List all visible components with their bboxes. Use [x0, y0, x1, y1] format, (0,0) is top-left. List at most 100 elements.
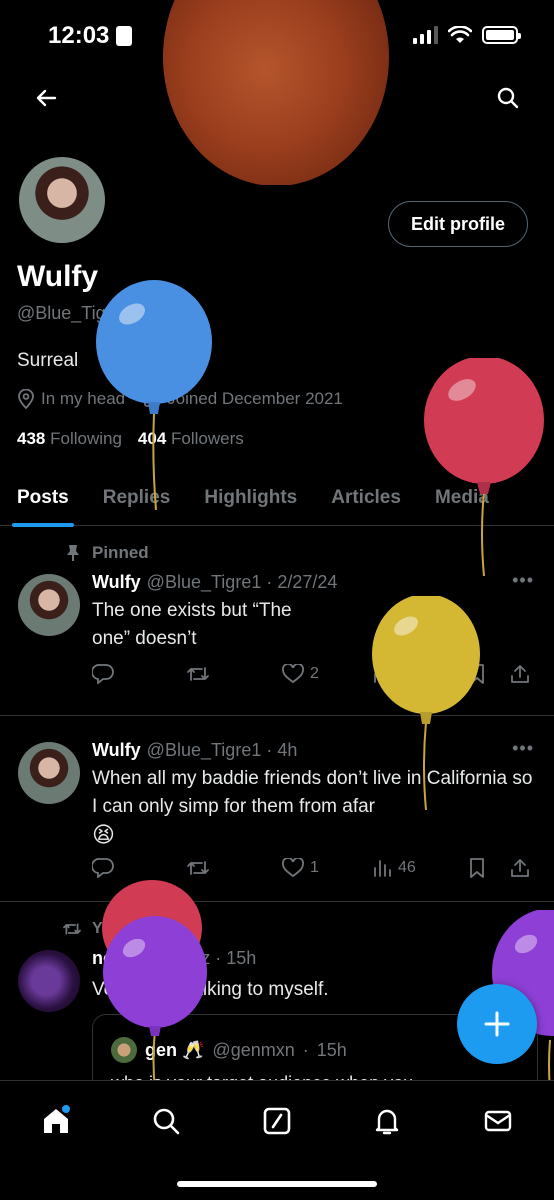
share-icon [511, 665, 529, 683]
bookmark-button[interactable] [468, 858, 510, 878]
heart-icon [282, 664, 304, 684]
bookmark-icon [470, 858, 484, 878]
post-actions: 2 444 [92, 664, 534, 684]
back-button[interactable] [26, 78, 66, 118]
home-indicator[interactable] [177, 1181, 377, 1187]
views-bar-icon [374, 860, 391, 877]
post-header: Wulfy @Blue_Tigre1 · 4h [92, 740, 298, 760]
quote-header: gen 🥂 @genmxn · 15h [111, 1037, 347, 1063]
more-options-icon[interactable]: ••• [512, 738, 534, 759]
following-link[interactable]: 438 Following [17, 429, 122, 449]
followers-link[interactable]: 404 Followers [138, 429, 244, 449]
profile-display-name: Wulfy [17, 260, 99, 293]
post-author-handle: @Blue_Tigre1 [146, 740, 262, 760]
post-body: When all my baddie friends don’t live in… [92, 768, 533, 817]
share-button[interactable] [510, 858, 530, 878]
post-author-handle: @vxsjmz [137, 948, 211, 968]
profile-meta: In my head Joined December 2021 [17, 389, 343, 409]
compose-post-button[interactable] [457, 984, 537, 1064]
post-header: nora @vxsjmz · 15h [92, 948, 257, 968]
status-icons [413, 26, 521, 44]
top-nav [0, 78, 554, 118]
signal-icon [413, 26, 438, 44]
grok-icon [263, 1107, 291, 1135]
following-label: Following [50, 429, 122, 448]
reply-button[interactable] [92, 664, 186, 684]
location-pin-icon [18, 389, 34, 409]
profile-location: In my head [17, 389, 125, 409]
more-options-icon[interactable]: ••• [512, 570, 534, 591]
profile-bio: Surreal [17, 350, 79, 371]
bookmark-icon [470, 664, 484, 684]
post-text: The one exists but “The one” doesn’t [92, 600, 292, 649]
post-actions: 1 46 [92, 858, 534, 878]
post-text: When all my baddie friends don’t live in… [92, 765, 538, 849]
quote-time: 15h [316, 1039, 347, 1060]
post-item[interactable]: Wulfy @Blue_Tigre1 · 2/27/24 ••• The one … [0, 530, 554, 716]
like-button[interactable]: 2 [282, 664, 372, 684]
reply-icon [92, 858, 114, 878]
tab-media[interactable]: Media [418, 470, 506, 526]
status-time: 12:03 [48, 22, 110, 49]
profile-joined: Joined December 2021 [143, 389, 343, 409]
tab-replies[interactable]: Replies [86, 470, 188, 526]
quote-avatar [111, 1037, 137, 1063]
quote-author-handle: @genmxn [212, 1039, 295, 1060]
followers-count: 404 [137, 429, 167, 448]
edit-profile-button[interactable]: Edit profile [388, 201, 528, 247]
battery-icon [482, 26, 521, 44]
repost-button[interactable] [186, 858, 282, 878]
nav-home[interactable] [36, 1101, 76, 1141]
like-count: 1 [310, 859, 319, 876]
bookmark-button[interactable] [468, 664, 510, 684]
views-button[interactable]: 46 [372, 859, 468, 877]
like-button[interactable]: 1 [282, 858, 372, 878]
tab-articles[interactable]: Articles [314, 470, 418, 526]
followers-label: Followers [171, 429, 244, 448]
profile-handle: @Blue_Tigre1 [17, 303, 132, 323]
search-button[interactable] [488, 78, 528, 118]
share-button[interactable] [510, 664, 530, 684]
post-time: 4h [277, 740, 298, 760]
post-avatar[interactable] [18, 574, 80, 636]
follow-stats: 438 Following 404 Followers [17, 429, 244, 449]
tired-face-emoji: 😫 [92, 822, 115, 847]
tab-posts[interactable]: Posts [0, 470, 86, 527]
location-text: In my head [41, 389, 126, 408]
post-avatar[interactable] [18, 742, 80, 804]
bell-icon [375, 1109, 399, 1135]
calendar-icon [144, 391, 161, 407]
search-icon [153, 1108, 180, 1135]
reply-button[interactable] [92, 858, 186, 878]
views-button[interactable]: 444 [372, 665, 468, 683]
view-count: 444 [398, 665, 425, 682]
quote-author-name: gen 🥂 [145, 1039, 205, 1060]
notification-dot [62, 1105, 70, 1113]
heart-icon [282, 858, 304, 878]
post-header: Wulfy @Blue_Tigre1 · 2/27/24 [92, 572, 338, 592]
profile-avatar[interactable] [16, 154, 108, 246]
post-author-name[interactable]: nora [92, 948, 131, 968]
post-time: 2/27/24 [277, 572, 338, 592]
post-author-name[interactable]: Wulfy [92, 740, 141, 760]
nav-messages[interactable] [478, 1101, 518, 1141]
repost-icon [187, 861, 209, 875]
post-author-name[interactable]: Wulfy [92, 572, 141, 592]
post-item[interactable]: Wulfy @Blue_Tigre1 · 4h ••• When all my b… [0, 716, 554, 902]
nav-notifications[interactable] [367, 1101, 407, 1141]
post-author-handle: @Blue_Tigre1 [146, 572, 262, 592]
repost-button[interactable] [186, 664, 282, 684]
nav-grok[interactable] [257, 1101, 297, 1141]
id-card-icon [116, 26, 132, 46]
post-avatar[interactable] [18, 950, 80, 1012]
nav-search[interactable] [146, 1101, 186, 1141]
mail-icon [484, 1110, 512, 1132]
wifi-icon [448, 26, 472, 43]
search-icon [497, 87, 519, 109]
tab-highlights[interactable]: Highlights [187, 470, 314, 526]
reply-icon [92, 664, 114, 684]
share-icon [511, 859, 529, 877]
plus-icon [484, 1011, 510, 1037]
post-time: 15h [226, 948, 257, 968]
following-count: 438 [17, 429, 46, 448]
